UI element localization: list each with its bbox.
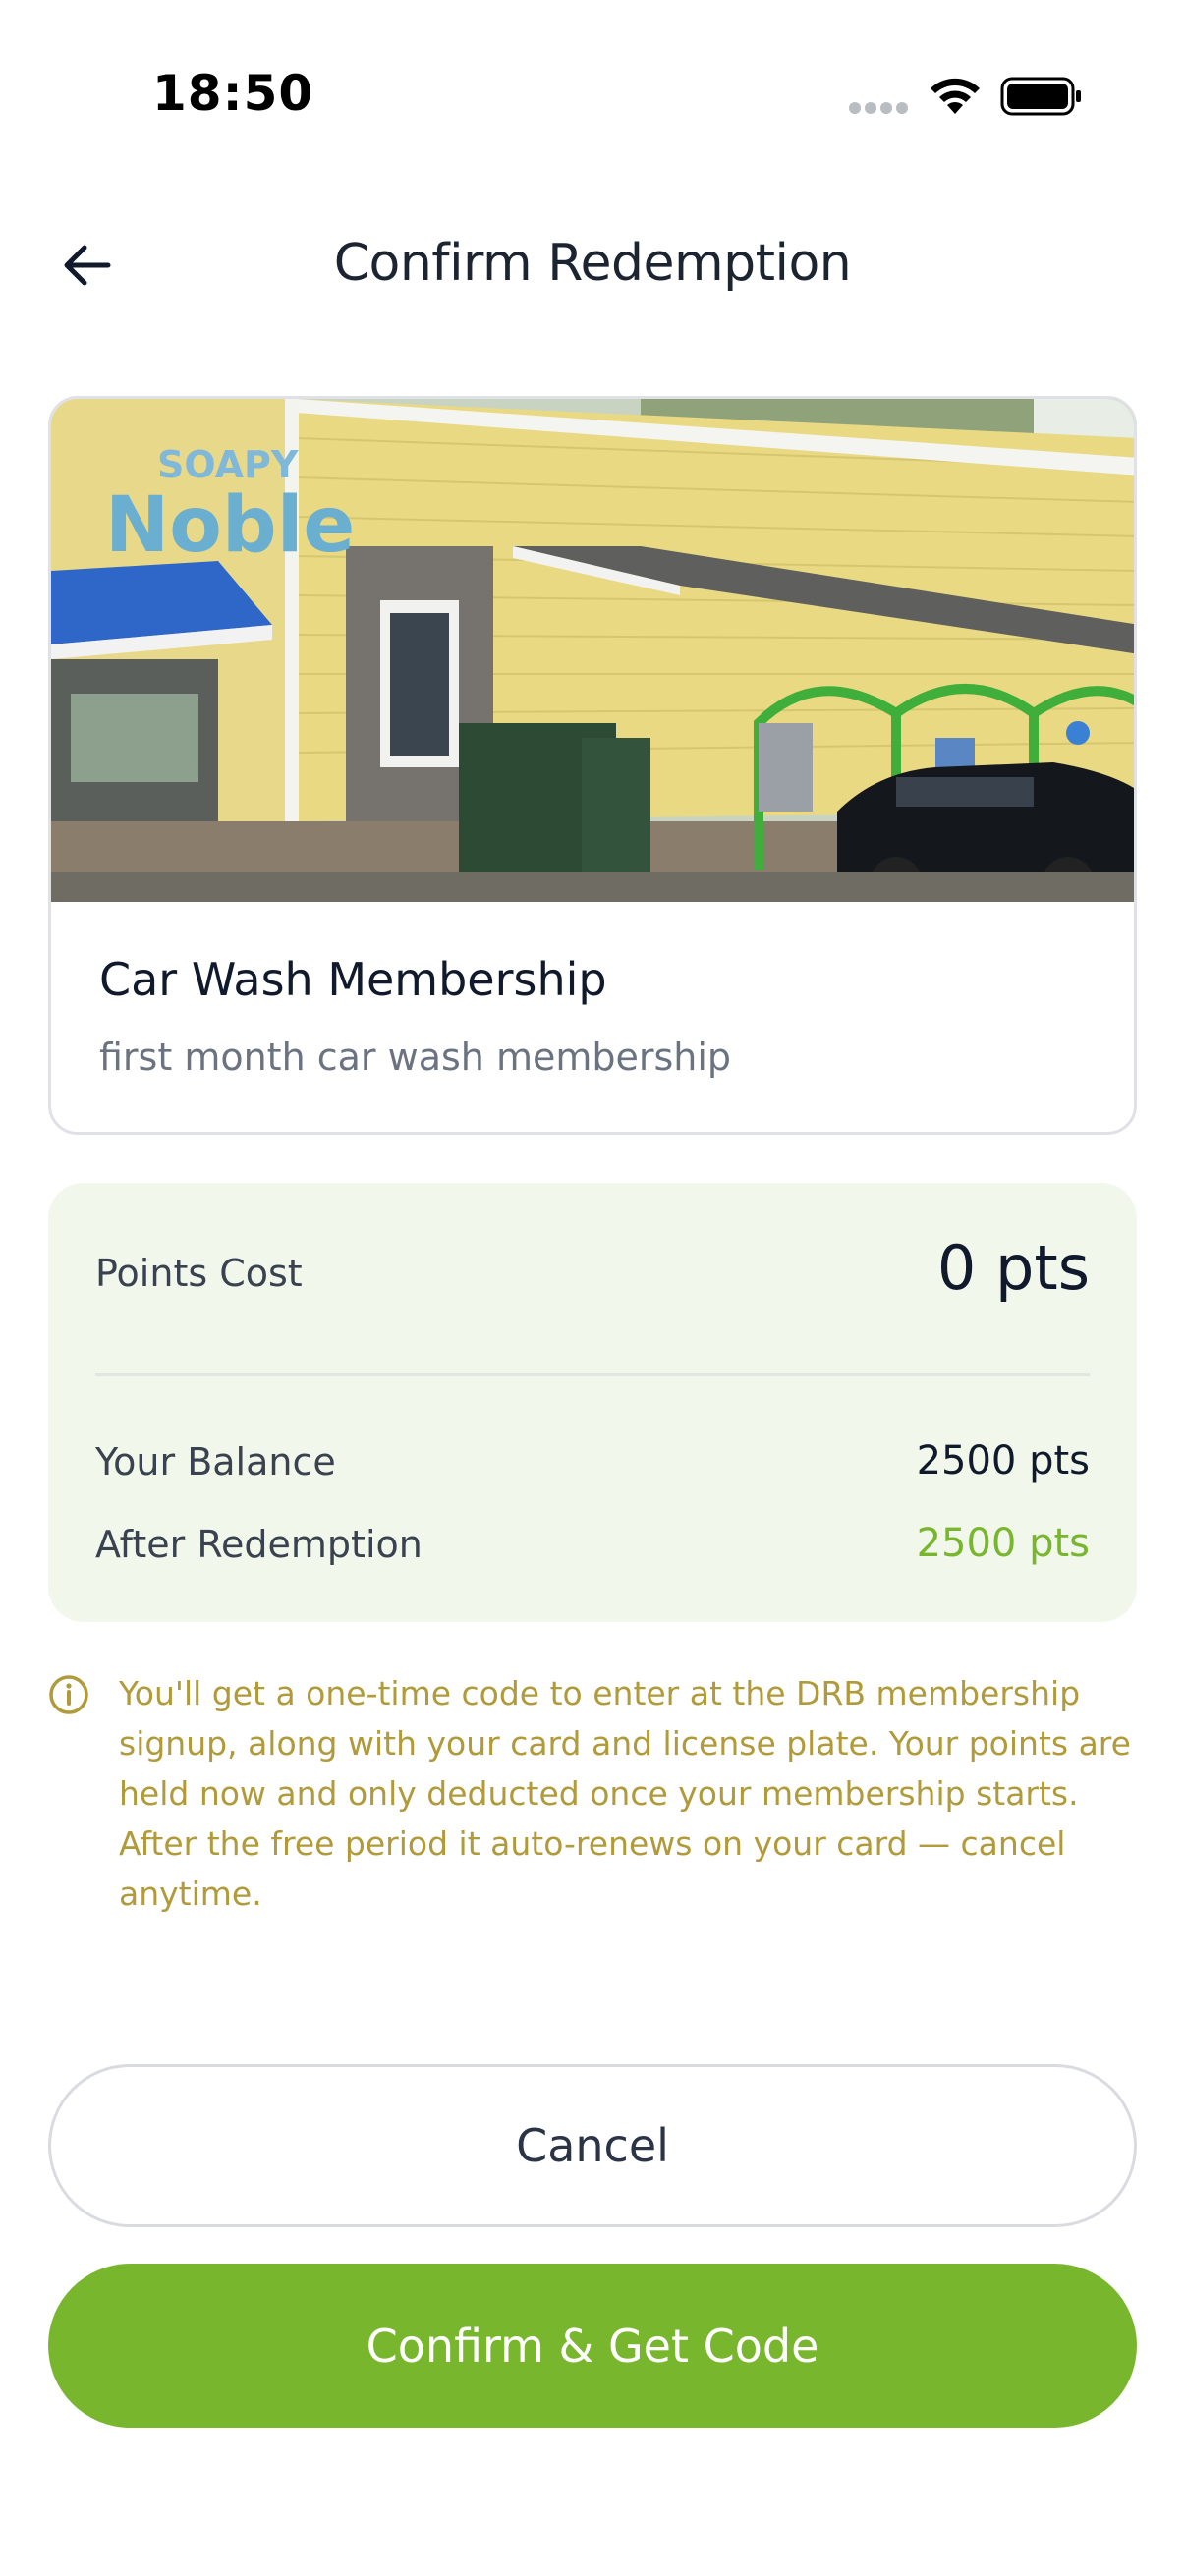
confirm-get-code-button[interactable]: Confirm & Get Code: [48, 2264, 1137, 2428]
svg-text:Noble: Noble: [105, 481, 355, 570]
points-summary: Points Cost 0 pts Your Balance 2500 pts …: [48, 1183, 1137, 1622]
status-bar: 18:50: [0, 0, 1185, 147]
reward-description: first month car wash membership: [99, 1036, 732, 1079]
status-time: 18:50: [152, 65, 314, 122]
reward-title: Car Wash Membership: [99, 953, 607, 1006]
confirm-redemption-screen: 18:50 Confirm Redemption SOAPY Noble Car…: [0, 0, 1185, 2576]
reward-card: SOAPY Noble Car Wash Membership first mo…: [48, 396, 1137, 1135]
header: Confirm Redemption: [0, 196, 1185, 334]
points-divider: [95, 1373, 1090, 1376]
after-redemption-value: 2500 pts: [916, 1521, 1090, 1566]
after-redemption-label: After Redemption: [95, 1523, 423, 1566]
battery-icon: [1000, 77, 1081, 116]
points-cost-value: 0 pts: [936, 1232, 1090, 1304]
svg-text:SOAPY: SOAPY: [157, 443, 299, 486]
reward-image: SOAPY Noble: [51, 399, 1134, 902]
wifi-icon: [931, 78, 980, 114]
info-text: You'll get a one-time code to enter at t…: [119, 1674, 1131, 1913]
page-title: Confirm Redemption: [333, 234, 852, 293]
cancel-button[interactable]: Cancel: [48, 2064, 1137, 2227]
balance-value: 2500 pts: [916, 1438, 1090, 1484]
points-cost-label: Points Cost: [95, 1252, 303, 1295]
cellular-signal-icon: [849, 102, 908, 116]
info-circle-icon: [49, 1675, 88, 1714]
balance-label: Your Balance: [95, 1440, 336, 1484]
